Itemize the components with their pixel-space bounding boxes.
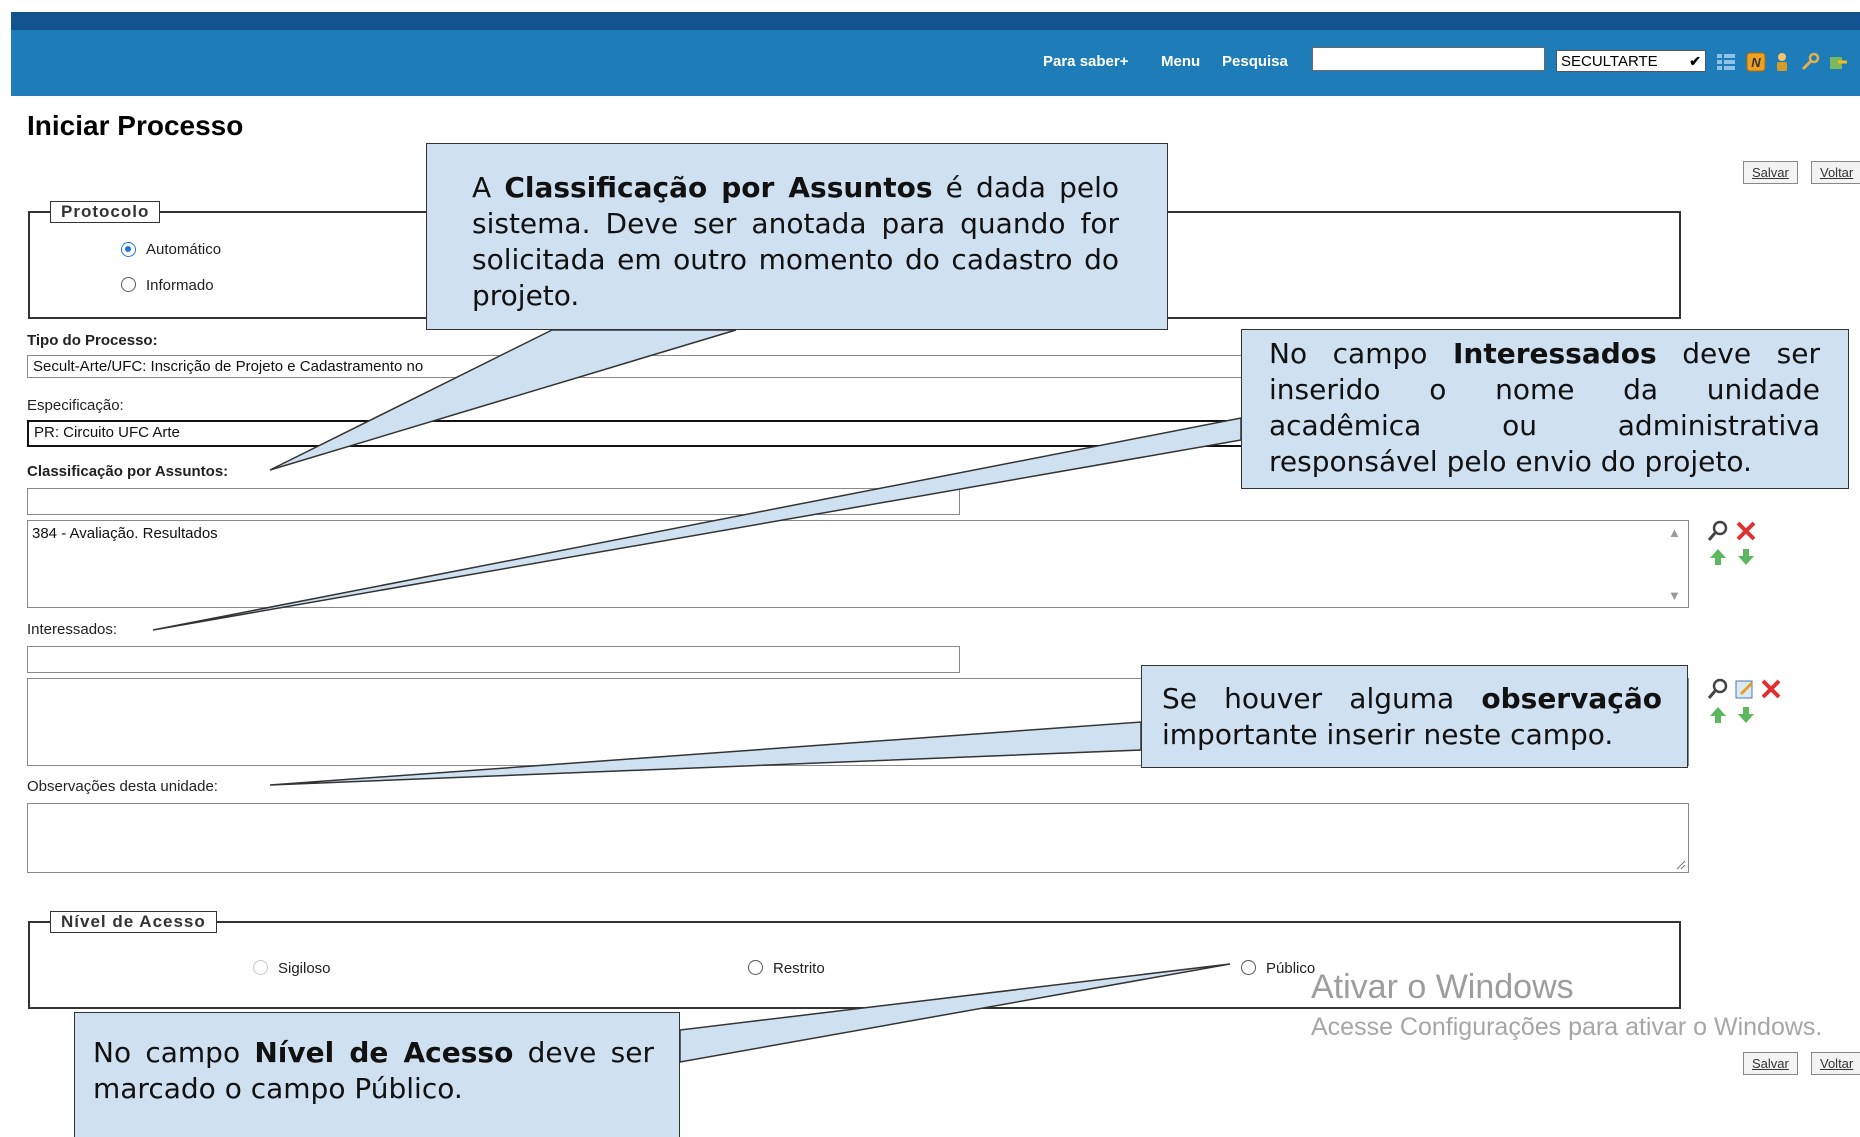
callout-observacao-post: importante inserir neste campo. [1162,718,1614,751]
save-button[interactable]: Salvar [1743,161,1798,184]
page-title: Iniciar Processo [27,110,244,141]
nav-link-menu[interactable]: Menu [1161,53,1200,70]
radio-automatico[interactable] [121,242,136,257]
classificacao-input[interactable] [27,488,960,515]
callout-classificacao-bold: Classificação por Assuntos [504,171,933,204]
callout-interessados: No campo Interessados deve ser inserido … [1241,329,1849,489]
callout-interessados-bold: Interessados [1452,337,1657,370]
radio-informado-label: Informado [146,277,214,294]
radio-sigiloso-label: Sigiloso [278,960,331,977]
nav-link-pesquisa[interactable]: Pesquisa [1222,53,1288,70]
callout-nivel-pre: No campo [93,1036,255,1069]
callout-nivel: No campo Nível de Acesso deve ser marcad… [74,1012,680,1137]
observacoes-label: Observações desta unidade: [27,778,218,795]
scroll-down-icon[interactable]: ▼ [1668,588,1681,603]
radio-informado[interactable] [121,277,136,292]
callout-interessados-pre: No campo [1269,337,1453,370]
user-icon[interactable] [1772,52,1792,72]
classificacao-label: Classificação por Assuntos: [27,463,229,480]
callout-observacao-bold: observação [1481,682,1662,715]
radio-restrito[interactable] [748,960,763,975]
classificacao-item[interactable]: 384 - Avaliação. Resultados [32,525,218,542]
back-button[interactable]: Voltar [1811,161,1860,184]
header-top-band [11,12,1860,30]
search-input[interactable] [1312,47,1545,71]
resize-handle-icon[interactable] [1674,858,1686,870]
protocolo-legend: Protocolo [50,201,161,223]
radio-publico-label: Público [1266,960,1316,977]
observacoes-textarea[interactable] [27,803,1689,873]
arrow-down-icon[interactable] [1736,705,1756,725]
top-strip [0,0,1860,12]
especificacao-label: Especificação: [27,397,124,414]
pointer-classificacao [269,329,737,471]
windows-watermark-subtitle: Acesse Configurações para ativar o Windo… [1311,1013,1823,1041]
svg-text:N: N [1751,55,1761,70]
callout-classificacao-pre: A [472,171,505,204]
scroll-up-icon[interactable]: ▲ [1668,525,1681,540]
callout-classificacao: A Classificação por Assuntos é dada pelo… [426,143,1168,330]
interessados-input[interactable] [27,646,960,673]
radio-automatico-label: Automático [146,241,222,258]
interessados-label: Interessados: [27,621,118,638]
radio-publico[interactable] [1241,960,1256,975]
nav-link-para-saber[interactable]: Para saber+ [1043,53,1128,70]
callout-observacao: Se houver alguma observação importante i… [1141,665,1688,768]
radio-sigiloso[interactable] [253,960,268,975]
unit-select[interactable]: SECULTARTE ✔ [1556,50,1706,72]
wrench-icon[interactable] [1800,52,1820,72]
n-icon[interactable]: N [1746,52,1766,72]
grid-icon[interactable] [1716,52,1736,72]
radio-restrito-label: Restrito [773,960,825,977]
arrow-up-icon[interactable] [1708,705,1728,725]
tipo-processo-label: Tipo do Processo: [27,332,158,349]
back-button-bottom[interactable]: Voltar [1811,1052,1860,1075]
edit-icon[interactable] [1734,678,1756,700]
unit-select-value: SECULTARTE [1561,52,1658,70]
callout-observacao-pre: Se houver alguma [1162,682,1482,715]
save-button-bottom[interactable]: Salvar [1743,1052,1798,1075]
callout-nivel-bold: Nível de Acesso [254,1036,514,1069]
arrow-up-icon[interactable] [1708,547,1728,567]
classificacao-list[interactable]: 384 - Avaliação. Resultados ▲ ▼ [27,520,1689,608]
windows-watermark-title: Ativar o Windows [1311,968,1574,1006]
search-icon[interactable] [1706,520,1730,542]
nivel-acesso-legend: Nível de Acesso [50,911,217,933]
chevron-down-icon: ✔ [1689,52,1701,69]
delete-icon[interactable] [1760,678,1782,700]
delete-icon[interactable] [1735,520,1757,542]
arrow-down-icon[interactable] [1736,547,1756,567]
search-icon[interactable] [1706,678,1730,700]
exit-icon[interactable] [1828,52,1848,72]
scrollbar[interactable]: ▲ ▼ [1664,523,1686,605]
